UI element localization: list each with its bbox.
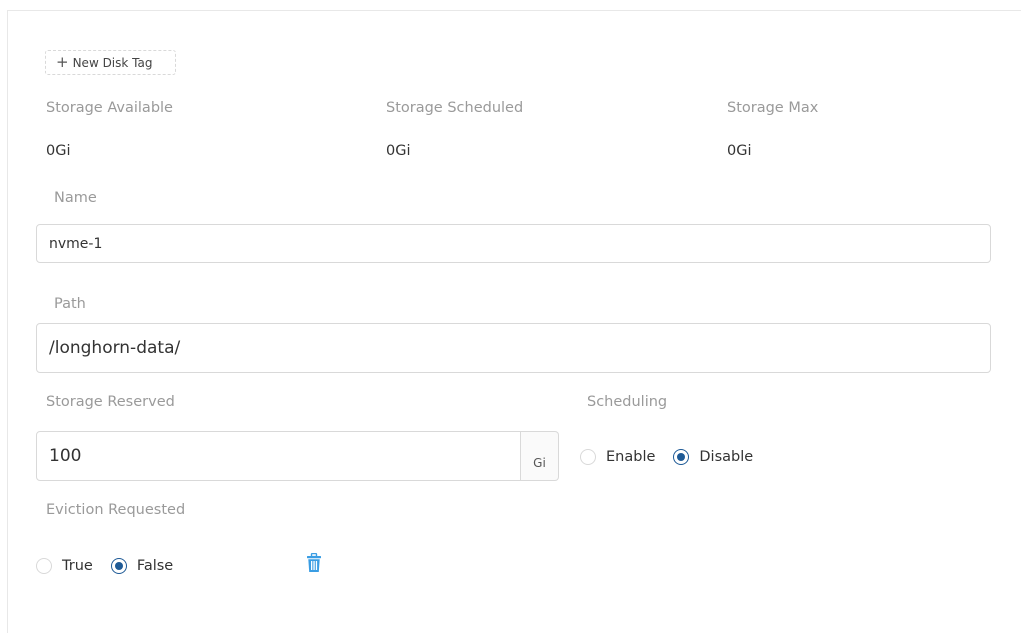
eviction-radio-group: True False	[36, 558, 191, 574]
scheduling-disable-option[interactable]: Disable	[673, 449, 753, 465]
storage-available-label: Storage Available	[46, 100, 173, 116]
eviction-false-radio[interactable]	[110, 558, 127, 574]
storage-max-value: 0Gi	[727, 143, 752, 159]
scheduling-enable-option[interactable]: Enable	[580, 449, 655, 465]
scheduling-enable-radio[interactable]	[580, 449, 596, 465]
storage-reserved-unit: Gi	[521, 431, 559, 481]
scheduling-radio-group: Enable Disable	[580, 449, 771, 465]
name-input[interactable]: nvme-1	[36, 224, 991, 263]
scheduling-disable-label: Disable	[699, 449, 754, 465]
name-input-value: nvme-1	[49, 235, 103, 252]
eviction-true-radio[interactable]	[36, 558, 52, 574]
new-disk-tag-label: New Disk Tag	[72, 55, 153, 70]
storage-scheduled-label: Storage Scheduled	[386, 100, 524, 116]
storage-reserved-input[interactable]: 100	[36, 431, 521, 481]
eviction-true-option[interactable]: True	[36, 558, 93, 574]
storage-reserved-label: Storage Reserved	[46, 394, 175, 410]
storage-reserved-value: 100	[49, 446, 82, 466]
name-label: Name	[54, 190, 97, 206]
eviction-requested-label: Eviction Requested	[46, 502, 186, 518]
storage-max-label: Storage Max	[727, 100, 819, 116]
scheduling-enable-label: Enable	[606, 449, 656, 465]
scheduling-disable-radio[interactable]	[673, 449, 690, 465]
storage-available-value: 0Gi	[46, 143, 71, 159]
trash-icon[interactable]	[306, 553, 322, 573]
path-input[interactable]: /longhorn-data/	[36, 323, 991, 373]
plus-icon: +	[56, 53, 69, 71]
path-input-value: /longhorn-data/	[49, 338, 181, 358]
eviction-false-label: False	[136, 558, 174, 574]
eviction-false-option[interactable]: False	[110, 558, 174, 574]
storage-scheduled-value: 0Gi	[386, 143, 411, 159]
path-label: Path	[54, 296, 86, 312]
new-disk-tag-button[interactable]: + New Disk Tag	[45, 50, 176, 75]
eviction-true-label: True	[62, 558, 93, 574]
scheduling-label: Scheduling	[587, 394, 668, 410]
